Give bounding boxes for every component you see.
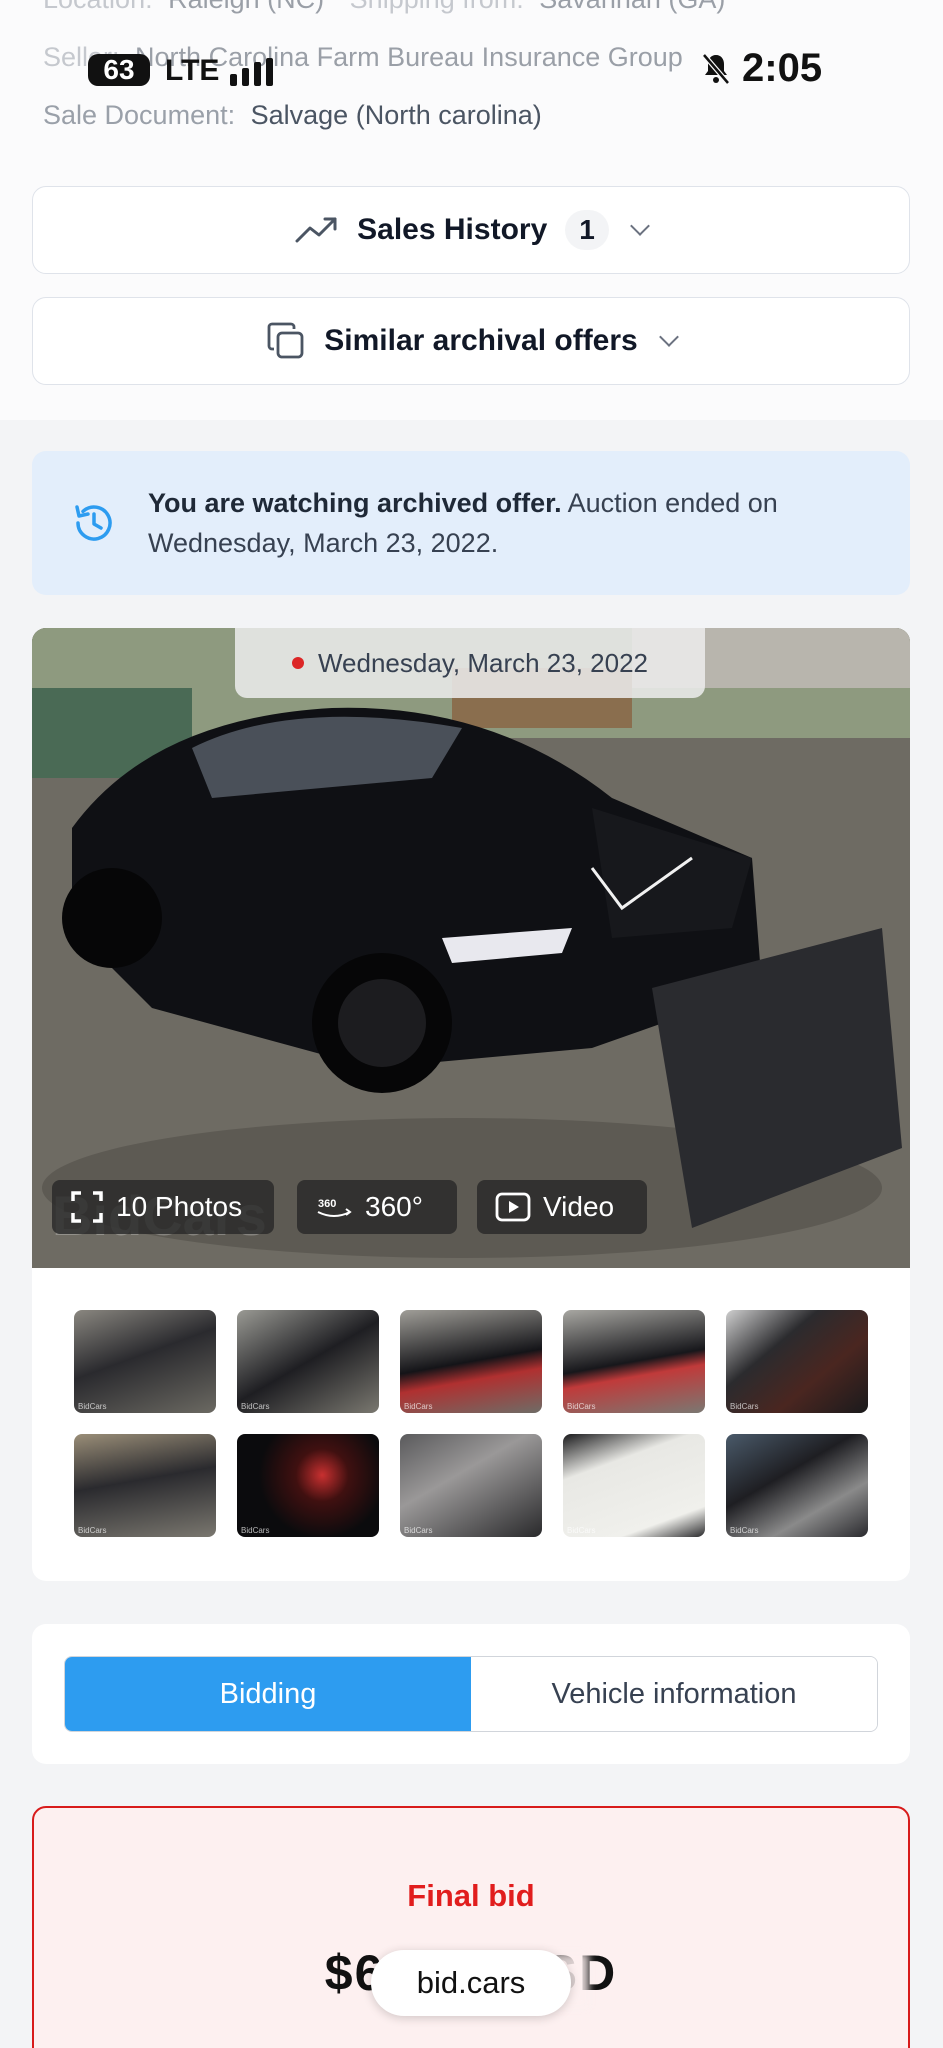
thumb-watermark: BidCars — [78, 1526, 107, 1535]
video-button[interactable]: Video — [477, 1180, 647, 1234]
view-360-label: 360° — [365, 1191, 423, 1222]
similar-offers-label: Similar archival offers — [324, 324, 638, 357]
sale-document-row: Sale Document: Salvage (North carolina) — [43, 100, 542, 131]
sales-history-button[interactable]: Sales History 1 — [32, 186, 910, 274]
thumbnail-1[interactable]: BidCars — [74, 1310, 216, 1413]
video-label: Video — [543, 1191, 615, 1222]
photos-button[interactable]: 10 Photos — [52, 1180, 274, 1234]
thumb-watermark: BidCars — [730, 1526, 759, 1535]
tab-vehicle-information[interactable]: Vehicle information — [471, 1657, 877, 1731]
sale-document-label: Sale Document: — [43, 100, 236, 130]
notice-text: You are watching archived offer. Auction… — [148, 483, 868, 563]
chevron-down-icon — [658, 327, 679, 347]
sales-history-count: 1 — [565, 210, 609, 250]
sale-document-value: Salvage (North carolina) — [250, 100, 542, 130]
lot-info-section: Location: Raleigh (NC) Shipping from: Sa… — [0, 0, 943, 420]
shipping-value: Savannah (GA) — [539, 0, 725, 14]
status-bar: 63 LTE 2:05 — [0, 44, 943, 94]
thumb-watermark: BidCars — [241, 1402, 270, 1411]
history-icon — [75, 505, 112, 541]
view-360-button[interactable]: 360 360° — [297, 1180, 457, 1234]
photo-gallery: Wednesday, March 23, 2022 BidCars 10 Pho… — [32, 628, 910, 1581]
clock: 2:05 — [742, 46, 823, 90]
shipping-label: Shipping from: — [350, 0, 524, 14]
auction-date: Wednesday, March 23, 2022 — [317, 647, 648, 678]
rotate-360-icon: 360 — [317, 1198, 352, 1217]
thumb-watermark: BidCars — [730, 1402, 759, 1411]
live-dot-icon — [291, 657, 304, 669]
copy-icon — [267, 322, 304, 359]
svg-text:360: 360 — [318, 1198, 336, 1210]
thumbnail-3[interactable]: BidCars — [400, 1310, 542, 1413]
muted-bell-icon — [700, 52, 732, 94]
signal-icon — [230, 58, 273, 86]
network-type: LTE — [165, 54, 220, 87]
tab-bidding[interactable]: Bidding — [65, 1657, 471, 1731]
thumbnail-4[interactable]: BidCars — [563, 1310, 705, 1413]
battery-indicator: 63 — [88, 54, 150, 86]
auction-date-banner: Wednesday, March 23, 2022 — [235, 628, 705, 698]
trending-up-icon — [295, 217, 337, 243]
play-icon — [495, 1192, 531, 1222]
address-bar[interactable]: bid.cars — [371, 1950, 571, 2016]
tab-bar: Bidding Vehicle information — [64, 1656, 878, 1732]
sales-history-label: Sales History — [357, 213, 548, 246]
chevron-down-icon — [629, 216, 650, 236]
thumb-watermark: BidCars — [241, 1526, 270, 1535]
car-photo-illustration — [32, 628, 910, 1268]
thumbnail-6[interactable]: BidCars — [74, 1434, 216, 1537]
final-bid-label: Final bid — [407, 1878, 535, 1913]
location-label: Location: — [43, 0, 153, 14]
thumbnail-10[interactable]: BidCars — [726, 1434, 868, 1537]
photos-label: 10 Photos — [116, 1191, 243, 1222]
thumbnail-2[interactable]: BidCars — [237, 1310, 379, 1413]
thumbnail-5[interactable]: BidCars — [726, 1310, 868, 1413]
location-value: Raleigh (NC) — [168, 0, 324, 14]
main-vehicle-photo[interactable]: Wednesday, March 23, 2022 BidCars 10 Pho… — [32, 628, 910, 1268]
thumbnail-8[interactable]: BidCars — [400, 1434, 542, 1537]
location-row: Location: Raleigh (NC) Shipping from: Sa… — [43, 0, 725, 15]
tabs-card: Bidding Vehicle information — [32, 1624, 910, 1764]
thumb-watermark: BidCars — [78, 1402, 107, 1411]
similar-offers-button[interactable]: Similar archival offers — [32, 297, 910, 385]
thumb-watermark: BidCars — [567, 1402, 596, 1411]
thumb-watermark: BidCars — [567, 1526, 596, 1535]
archived-notice: You are watching archived offer. Auction… — [32, 451, 910, 595]
thumb-watermark: BidCars — [404, 1526, 433, 1535]
fullscreen-icon — [71, 1191, 103, 1223]
thumbnail-9[interactable]: BidCars — [563, 1434, 705, 1537]
thumb-watermark: BidCars — [404, 1402, 433, 1411]
thumbnail-7[interactable]: BidCars — [237, 1434, 379, 1537]
notice-bold: You are watching archived offer. — [148, 488, 562, 518]
